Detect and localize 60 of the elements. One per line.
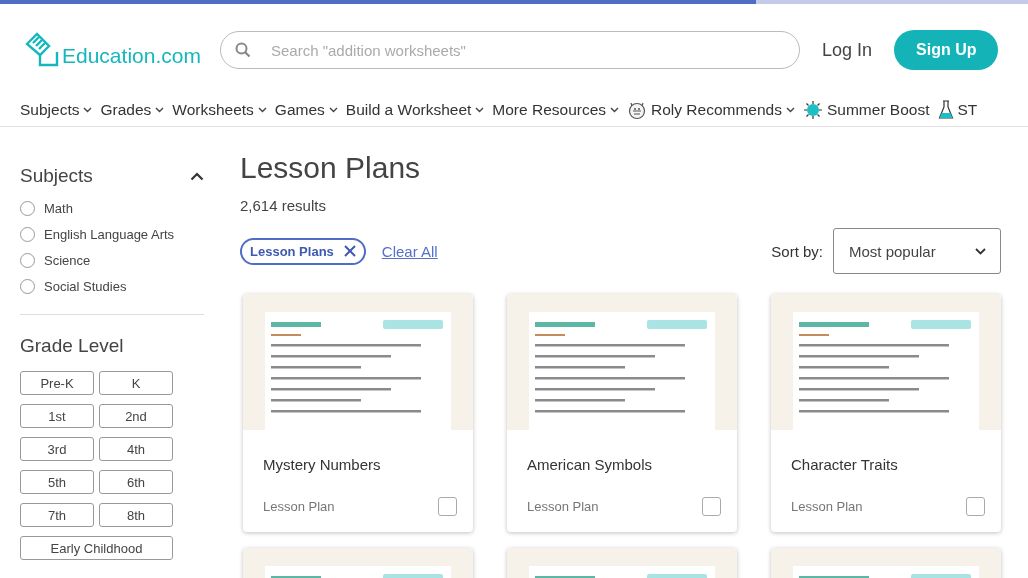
- flask-icon: [937, 100, 954, 120]
- grade-button[interactable]: K: [99, 371, 173, 395]
- card-type: Lesson Plan: [527, 499, 599, 514]
- nav-item[interactable]: Worksheets: [172, 101, 267, 119]
- sort-dropdown[interactable]: Most popular: [833, 228, 1001, 274]
- chevron-down-icon: [975, 247, 986, 255]
- nav-item[interactable]: ST: [937, 100, 978, 120]
- card-type: Lesson Plan: [263, 499, 335, 514]
- search-icon: [235, 42, 251, 58]
- nav-item[interactable]: Grades: [100, 101, 165, 119]
- grade-button[interactable]: 3rd: [20, 437, 94, 461]
- checkbox[interactable]: [702, 497, 721, 516]
- close-icon[interactable]: [343, 245, 356, 257]
- clear-all-link[interactable]: Clear All: [381, 242, 438, 260]
- chevron-down-icon: [610, 107, 620, 113]
- card-title[interactable]: Character Traits: [771, 430, 1001, 473]
- card-title[interactable]: Mystery Numbers: [243, 430, 473, 473]
- chevron-down-icon: [475, 107, 485, 113]
- logo-icon: [24, 32, 60, 68]
- chevron-down-icon: [786, 107, 795, 113]
- grade-button[interactable]: Early Childhood: [20, 536, 173, 560]
- login-link[interactable]: Log In: [822, 39, 873, 61]
- nav-item[interactable]: Roly Recommends: [627, 100, 795, 120]
- grade-button[interactable]: 7th: [20, 503, 94, 527]
- checkbox[interactable]: [966, 497, 985, 516]
- radio-label[interactable]: Social Studies: [44, 278, 127, 294]
- grade-button[interactable]: 6th: [99, 470, 173, 494]
- checkbox[interactable]: [438, 497, 457, 516]
- radio-label[interactable]: Math: [44, 200, 73, 216]
- page-title: Lesson Plans: [240, 151, 422, 185]
- nav-item[interactable]: Games: [274, 101, 338, 119]
- nav-item[interactable]: Summer Boost: [803, 100, 930, 120]
- card-title[interactable]: American Symbols: [507, 430, 737, 473]
- grade-button[interactable]: 2nd: [99, 404, 173, 428]
- filter-chip[interactable]: Lesson Plans: [240, 237, 366, 265]
- grade-button[interactable]: 8th: [99, 503, 173, 527]
- nav-item[interactable]: More Resources: [492, 101, 620, 119]
- grade-button[interactable]: 4th: [99, 437, 173, 461]
- lesson-card[interactable]: Character Traits Lesson Plan: [771, 294, 1001, 532]
- sun-icon: [803, 100, 823, 120]
- radio-label[interactable]: English Language Arts: [44, 226, 175, 242]
- radio-label[interactable]: Science: [44, 252, 91, 268]
- lesson-card[interactable]: Mystery Numbers Lesson Plan: [243, 294, 473, 532]
- grade-button[interactable]: 1st: [20, 404, 94, 428]
- nav-item[interactable]: Subjects: [20, 101, 93, 119]
- grade-button[interactable]: Pre-K: [20, 371, 94, 395]
- chevron-down-icon: [257, 107, 267, 113]
- chevron-up-icon[interactable]: [190, 171, 204, 181]
- chevron-down-icon: [83, 107, 93, 113]
- sort-label: Sort by:: [771, 242, 823, 260]
- filter-heading: Subjects: [20, 165, 93, 187]
- search-field[interactable]: Search "addition worksheets": [269, 40, 799, 60]
- result-count: 2,614 results: [240, 197, 327, 214]
- card-type: Lesson Plan: [791, 499, 863, 514]
- chevron-down-icon: [155, 107, 165, 113]
- filter-heading: Grade Level: [20, 335, 125, 357]
- lesson-card[interactable]: American Symbols Lesson Plan: [507, 294, 737, 532]
- grade-button[interactable]: 5th: [20, 470, 94, 494]
- nav-item[interactable]: Build a Worksheet: [345, 101, 485, 119]
- chevron-down-icon: [328, 107, 338, 113]
